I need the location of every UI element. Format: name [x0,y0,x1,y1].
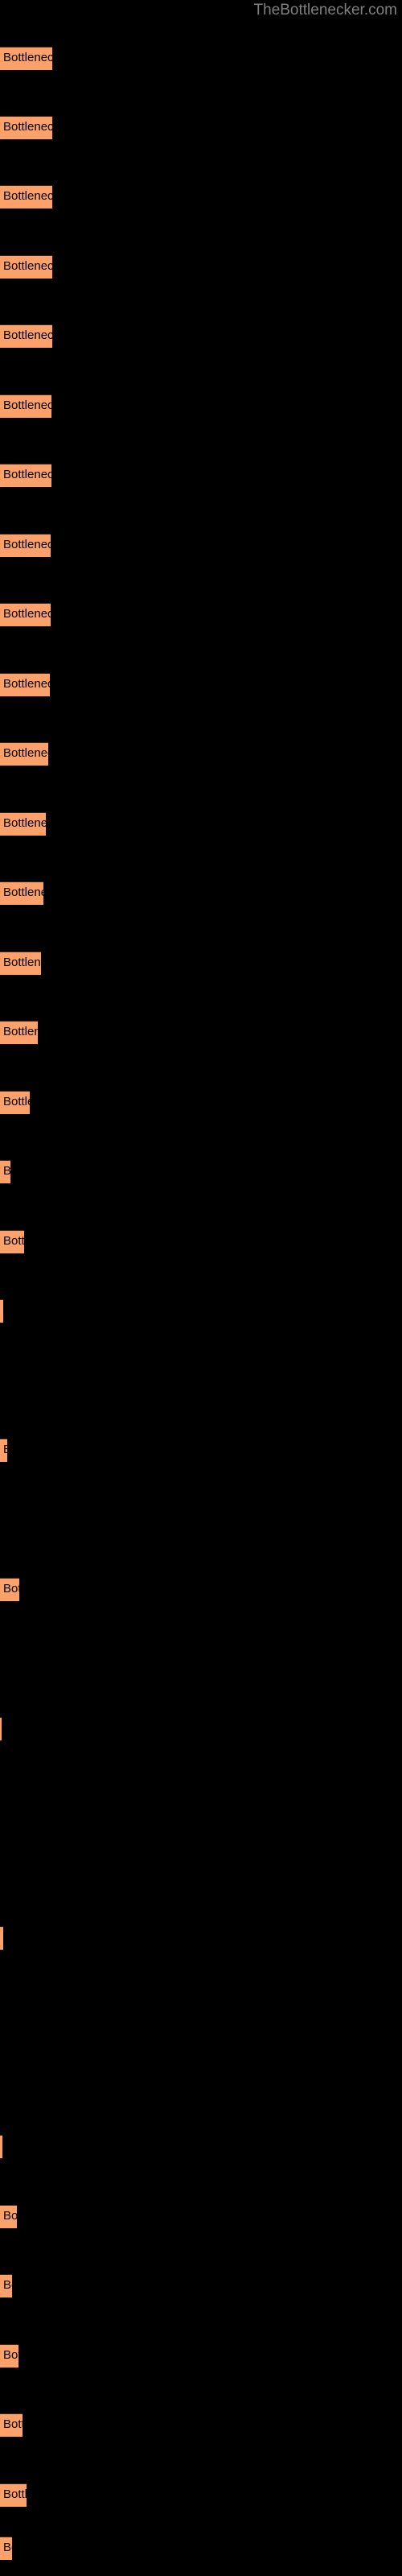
bar-label-clip: Bottleneck result [0,2135,2,2158]
bar-label: Bottleneck result [3,2209,17,2223]
bar-label: Bottleneck result [3,120,52,134]
bar-label: Bottleneck result [3,2541,12,2554]
bar-label: Bottleneck result [3,2487,27,2501]
bar-label: Bottleneck result [3,1582,19,1596]
bar-label: Bottleneck result [3,2417,23,2431]
bar-label-clip: Bottleneck result [0,2344,18,2368]
bar-label-clip: Bottleneck result [0,394,51,418]
bar-label: Bottleneck result [3,607,51,621]
bar-label-clip: Bottleneck result [0,742,48,766]
bar-label: Bottleneck result [3,1095,30,1108]
bar-label-clip: Bottleneck result [0,185,52,208]
bottleneck-chart-page: TheBottlenecker.com Bottleneck resultBot… [0,0,402,2576]
bar-label-clip: Bottleneck result [0,1717,2,1740]
bar-label: Bottleneck result [3,51,52,64]
bar-label-clip: Bottleneck result [0,47,52,70]
bar-label-clip: Bottleneck result [0,2537,12,2560]
bar-label-clip: Bottleneck result [0,1230,24,1253]
bar-label-clip: Bottleneck result [0,464,51,487]
bar-label: Bottleneck result [3,1164,10,1178]
bar-label-clip: Bottleneck result [0,812,46,836]
bar-label-clip: Bottleneck result [0,1299,3,1323]
bar-label-clip: Bottleneck result [0,255,52,279]
bar-label: Bottleneck result [3,538,51,551]
bar-label: Bottleneck result [3,328,52,342]
bar-label-clip: Bottleneck result [0,534,51,557]
chart-plot-area: Bottleneck result Bottleneck result Bottle… [0,0,402,2576]
bar-label-clip: Bottleneck result [0,603,51,626]
bar-label-clip: Bottleneck result [0,673,50,696]
bar-label-clip: Bottleneck result [0,881,43,905]
bar-label-clip: Bottleneck result [0,1578,19,1601]
bar-label-clip: Bottleneck result [0,952,41,975]
bar-label-clip: Bottleneck result [0,1021,38,1044]
bar-label-clip: Bottleneck result [0,1439,7,1462]
bar-label-clip: Bottleneck result [0,2413,23,2437]
bar-label: Bottleneck result [3,956,41,969]
bar-label: Bottleneck result [3,677,50,691]
bar-label-clip: Bottleneck result [0,2205,17,2228]
bar-label-clip: Bottleneck result [0,2483,27,2507]
bar-label: Bottleneck result [3,1025,38,1038]
bar-label-clip: Bottleneck result [0,116,52,139]
bar-label-clip: Bottleneck result [0,2274,12,2297]
bar-label: Bottleneck result [3,886,43,899]
bar-label: Bottleneck result [3,468,51,481]
bar-label: Bottleneck result [3,2278,12,2292]
bar-label: Bottleneck result [3,398,51,412]
bar-label: Bottleneck result [3,1234,24,1248]
bar-label-clip: Bottleneck result [0,1160,10,1183]
bar-label-clip: Bottleneck result [0,324,52,348]
bar-label-clip: Bottleneck result [0,1926,3,1950]
bar-label: Bottleneck result [3,189,52,203]
bar-label-clip: Bottleneck result [0,1091,30,1114]
bar-label: Bottleneck result [3,746,48,760]
bar-label: Bottleneck result [3,816,46,830]
bar-label: Bottleneck result [3,2348,18,2362]
bar-label: Bottleneck result [3,1442,7,1458]
bar-label: Bottleneck result [3,259,52,273]
